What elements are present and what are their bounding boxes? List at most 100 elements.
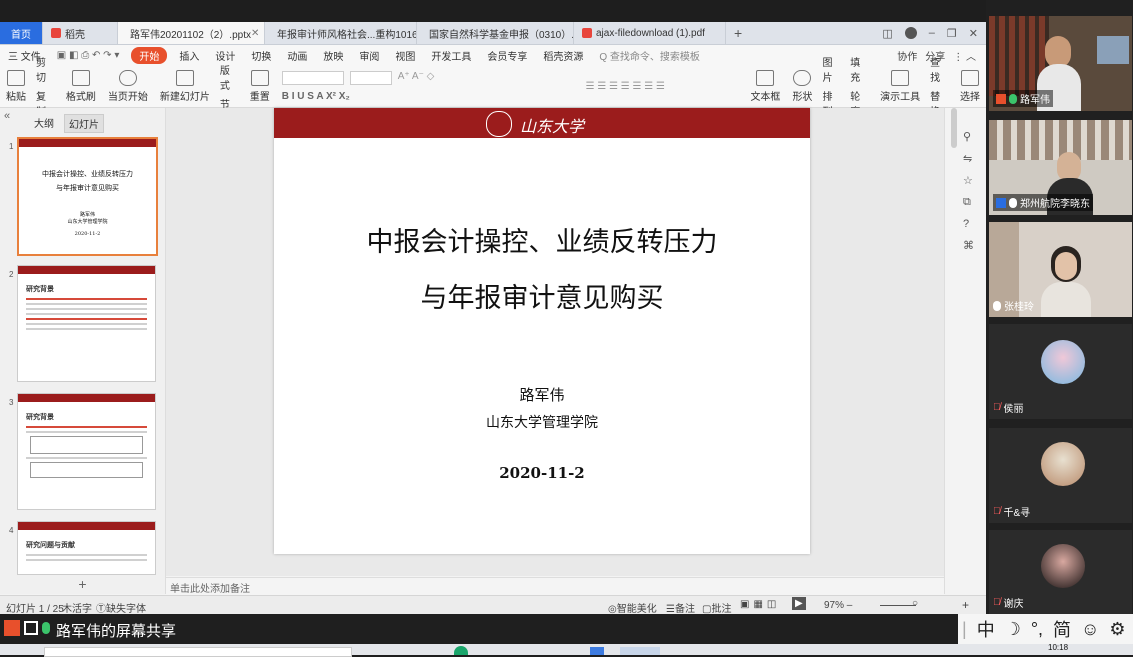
- paragraph-icons[interactable]: ☰ ☰ ☰ ☰ ☰ ☰ ☰: [586, 81, 665, 92]
- menu-insert[interactable]: 插入: [171, 48, 207, 63]
- play-slideshow-button[interactable]: ▶: [792, 597, 806, 610]
- vertical-scrollbar[interactable]: [951, 108, 957, 148]
- comments-toggle[interactable]: ▢批注: [702, 600, 731, 615]
- tab-slides[interactable]: 幻灯片: [64, 114, 104, 133]
- minimize-icon[interactable]: –: [929, 27, 935, 39]
- taskbar-app-icon[interactable]: [620, 647, 660, 655]
- adjust-icon[interactable]: ⇋: [963, 152, 974, 165]
- menu-slideshow[interactable]: 放映: [315, 48, 351, 63]
- add-slide-button[interactable]: +: [0, 576, 166, 594]
- zoom-level[interactable]: 97% –: [824, 600, 852, 611]
- layout-button[interactable]: 版式: [220, 62, 240, 92]
- participant-tile[interactable]: 🎙̸ 千&寻: [989, 428, 1132, 523]
- tab-pdf-1[interactable]: 国家自然科学基金申报（0310）.pdf: [417, 22, 574, 44]
- tab-daoke[interactable]: 稻壳: [43, 22, 118, 44]
- copy-icon[interactable]: ⧉: [963, 196, 974, 209]
- textbox-button[interactable]: 文本框: [744, 69, 786, 103]
- menu-daoke-resource[interactable]: 稻壳资源: [535, 48, 591, 63]
- menu-start[interactable]: 开始: [131, 46, 168, 64]
- participant-tile[interactable]: 路军伟: [989, 16, 1132, 111]
- slide-thumbnail-2[interactable]: 研究背景: [17, 265, 156, 382]
- close-icon[interactable]: ✕: [251, 28, 259, 39]
- menu-developer[interactable]: 开发工具: [423, 48, 479, 63]
- format-painter-button[interactable]: 格式刷: [60, 69, 102, 103]
- ime-chinese-mode[interactable]: 中: [977, 616, 995, 642]
- notes-pane[interactable]: 单击此处添加备注: [166, 577, 944, 595]
- daoke-icon: [51, 28, 61, 38]
- star-icon[interactable]: ☆: [963, 174, 974, 187]
- new-tab-button[interactable]: +: [726, 22, 750, 44]
- restore-icon[interactable]: ❐: [947, 27, 957, 40]
- current-slide[interactable]: 山东大学 中报会计操控、业绩反转压力 与年报审计意见购买 路军伟 山东大学管理学…: [274, 108, 810, 554]
- font-name-select[interactable]: [281, 70, 344, 85]
- avatar[interactable]: [904, 27, 917, 39]
- cut-button[interactable]: 剪切: [36, 54, 56, 84]
- tab-pdf-2[interactable]: ajax-filedownload (1).pdf: [574, 22, 726, 44]
- find-button[interactable]: 查找: [930, 54, 950, 84]
- reset-button[interactable]: 重置: [244, 69, 276, 103]
- missing-font-indicator[interactable]: Ⓣ缺失字体: [96, 600, 146, 615]
- paste-button[interactable]: 粘贴: [0, 69, 32, 103]
- participant-tile[interactable]: 🎙̸ 谢庆: [989, 530, 1132, 614]
- ime-emoji-icon[interactable]: ☺: [1081, 619, 1099, 640]
- collapse-panel-icon[interactable]: «: [4, 110, 10, 122]
- participant-tile[interactable]: 张桂玲: [989, 222, 1132, 317]
- menu-transition[interactable]: 切换: [243, 48, 279, 63]
- zoom-in-icon[interactable]: +: [962, 598, 969, 612]
- participant-tile[interactable]: 🎙̸ 侯丽: [989, 324, 1132, 419]
- taskbar-app-icon[interactable]: [590, 647, 604, 655]
- tab-outline[interactable]: 大纲: [30, 114, 58, 133]
- font-size-select[interactable]: [349, 70, 392, 85]
- thumbnail-text-line: [26, 298, 147, 300]
- tab-home[interactable]: 首页: [0, 22, 43, 44]
- university-logo-text: 山东大学: [520, 117, 585, 136]
- shape-icon: [793, 69, 812, 86]
- quick-access-icons[interactable]: ▣ ◧ ⎙ ↶ ↷ ▾: [49, 50, 128, 61]
- thumbnail-number: 4: [9, 526, 14, 535]
- participant-tile[interactable]: 郑州航院李晓东: [989, 120, 1132, 215]
- play-from-current-button[interactable]: 当页开始: [102, 69, 154, 103]
- command-search[interactable]: Q 查找命令、搜索模板: [591, 48, 708, 63]
- slide-thumbnail-3[interactable]: 研究背景: [17, 393, 156, 510]
- ime-punctuation-icon[interactable]: °,: [1031, 619, 1043, 640]
- menu-animation[interactable]: 动画: [279, 48, 315, 63]
- menu-design[interactable]: 设计: [207, 48, 243, 63]
- picture-button[interactable]: 图片: [822, 54, 842, 84]
- font-size-icons[interactable]: A⁺ A⁻ ◇: [398, 71, 435, 85]
- view-mode-icons[interactable]: ▣▦◫: [740, 599, 780, 610]
- transition-icon[interactable]: ⌘: [963, 239, 974, 252]
- menu-member[interactable]: 会员专享: [479, 48, 535, 63]
- select-button[interactable]: 选择: [954, 69, 986, 103]
- smart-beautify-button[interactable]: ◎智能美化: [608, 600, 657, 615]
- layout-icon[interactable]: ◫: [882, 27, 892, 40]
- zoom-slider-handle[interactable]: ○: [912, 598, 918, 609]
- tab-pptx-active[interactable]: 路军伟20201102（2）.pptx ✕: [118, 22, 265, 44]
- new-slide-button[interactable]: 新建幻灯片: [154, 69, 216, 103]
- reset-icon: [250, 69, 269, 86]
- taskbar-search[interactable]: [44, 647, 352, 657]
- slide-thumbnail-1[interactable]: 中报会计操控、业绩反转压力 与年报审计意见购买 路军伟 山东大学管理学院 202…: [17, 137, 158, 256]
- ime-settings-icon[interactable]: ⚙: [1109, 619, 1125, 640]
- document-tab-bar: 首页 稻壳 路军伟20201102（2）.pptx ✕ 年报审计师风格社会...重…: [0, 22, 986, 45]
- help-icon[interactable]: ?: [963, 218, 974, 230]
- tab-doc[interactable]: 年报审计师风格社会...重构1016wsh: [265, 22, 417, 44]
- zoom-slider[interactable]: [880, 605, 916, 606]
- shape-button[interactable]: 形状: [786, 69, 818, 103]
- design-icon[interactable]: ⚲: [963, 130, 974, 143]
- thumbnail-text-line: [26, 313, 147, 315]
- menu-review[interactable]: 审阅: [351, 48, 387, 63]
- format-painter-icon: [71, 69, 90, 86]
- notes-toggle[interactable]: ☰备注: [666, 600, 695, 615]
- presentation-tools-button[interactable]: 演示工具: [874, 69, 926, 103]
- text-style-icons[interactable]: B I U S A X² X₂: [282, 91, 580, 102]
- collaborate-button[interactable]: 协作: [897, 48, 917, 63]
- ime-simplified[interactable]: 简: [1053, 616, 1071, 642]
- slide-thumbnail-4[interactable]: 研究问题与贡献: [17, 521, 156, 575]
- close-window-icon[interactable]: ✕: [969, 27, 978, 40]
- ime-moon-icon[interactable]: ☽: [1005, 619, 1021, 640]
- fill-button[interactable]: 填充: [850, 54, 870, 84]
- menu-view[interactable]: 视图: [387, 48, 423, 63]
- thumbnail-title: 与年报审计意见购买: [56, 184, 119, 192]
- taskbar-app-icon[interactable]: [454, 646, 468, 655]
- more-icon[interactable]: ⋮ ︿: [953, 48, 976, 63]
